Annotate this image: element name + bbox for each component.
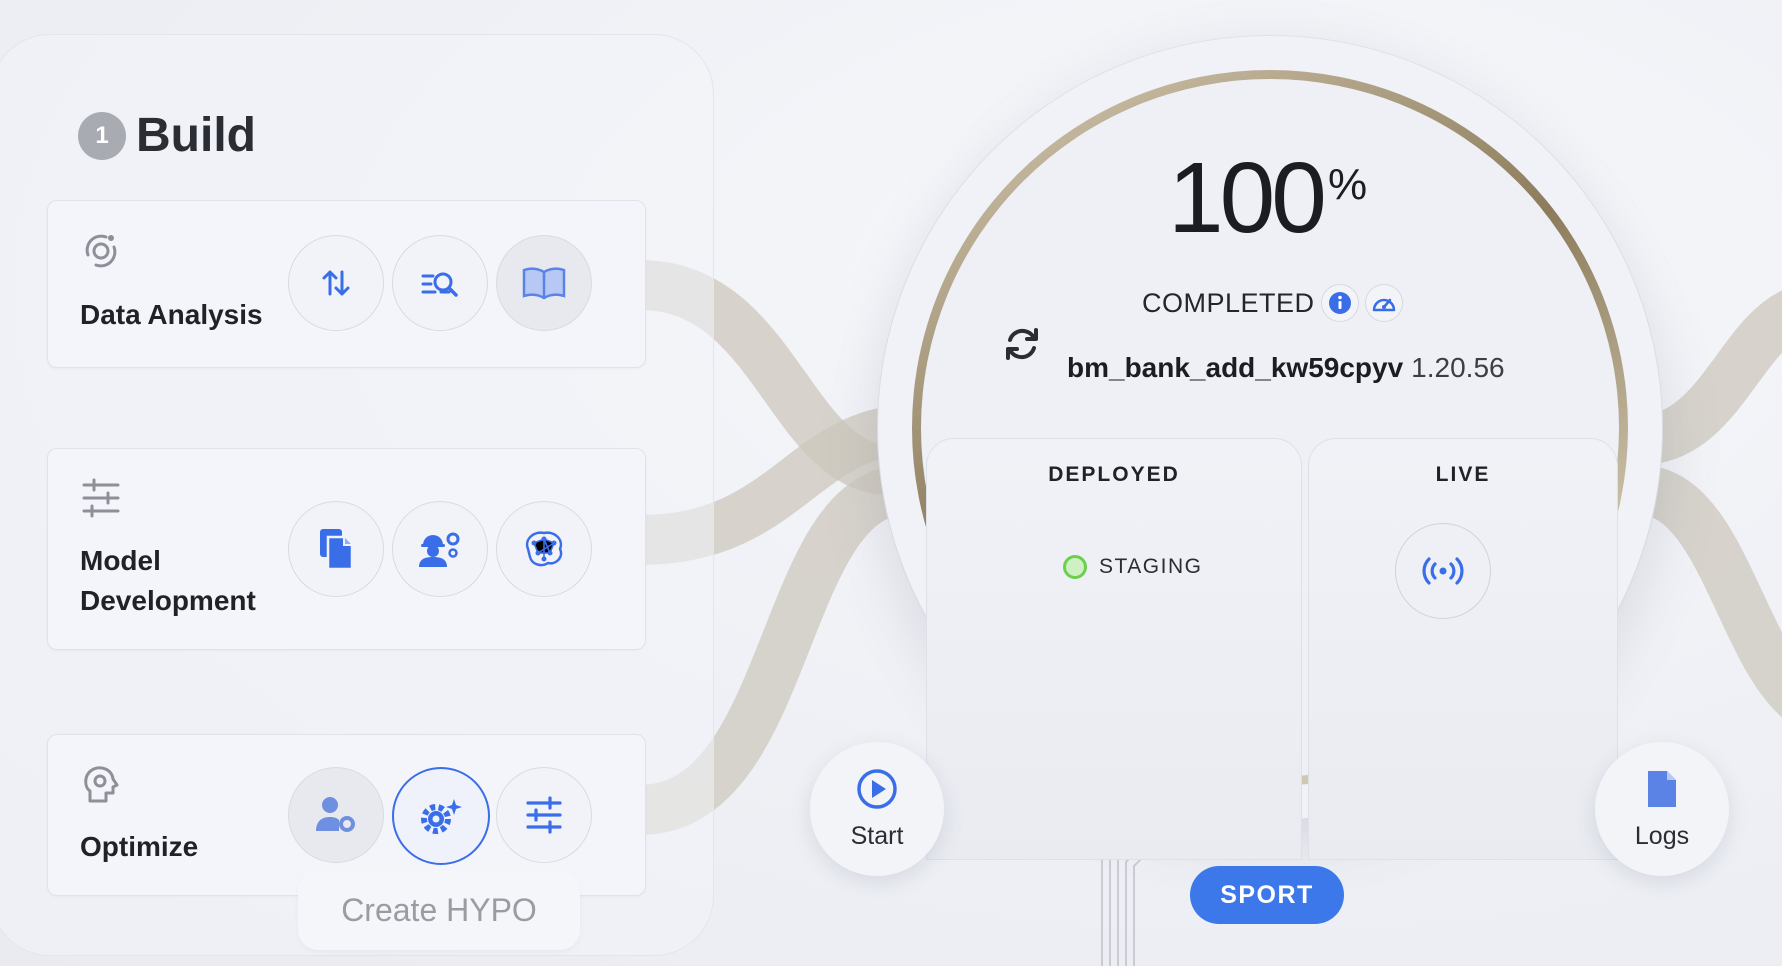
card-title: Optimize — [80, 831, 199, 862]
step-badge: 1 — [78, 111, 126, 160]
sliders-icon — [82, 478, 120, 518]
create-hypo-button[interactable]: Create HYPO — [298, 870, 580, 950]
card-title: Data Analysis — [80, 299, 263, 330]
documentation-button[interactable] — [496, 235, 592, 331]
engineer-gear-icon — [419, 532, 460, 567]
gauge-icon — [1372, 298, 1395, 312]
user-settings-button[interactable] — [288, 767, 384, 863]
neural-network-button[interactable] — [496, 501, 592, 597]
neural-network-icon — [525, 531, 563, 567]
head-gear-icon — [84, 766, 119, 803]
performance-button[interactable] — [1364, 284, 1403, 322]
build-title: Build — [136, 109, 256, 162]
card-data-analysis: Data Analysis — [47, 200, 646, 368]
engineer-button[interactable] — [392, 501, 488, 597]
deployed-title: DEPLOYED — [1048, 463, 1180, 486]
broadcast-icon — [1422, 557, 1464, 585]
sport-button[interactable]: SPORT — [1190, 866, 1344, 924]
user-gear-icon — [316, 797, 355, 832]
model-identifier: bm_bank_add_kw59cpyv 1.20.56 — [1067, 352, 1505, 384]
live-pane: LIVE — [1308, 438, 1618, 860]
ribbon-right-lower — [1637, 465, 1782, 718]
start-label: Start — [850, 821, 904, 850]
deployed-pane: DEPLOYED STAGING — [926, 438, 1302, 860]
environment-status: STAGING — [1063, 555, 1202, 579]
model-name: bm_bank_add_kw59cpyv — [1067, 352, 1404, 383]
card-title-line2: Development — [80, 585, 256, 616]
logs-label: Logs — [1634, 821, 1690, 850]
staging-status-dot — [1063, 555, 1087, 579]
book-icon — [522, 267, 566, 300]
sync-icon[interactable] — [1000, 322, 1044, 366]
documents-button[interactable] — [288, 501, 384, 597]
tune-sliders-icon — [526, 796, 562, 834]
search-list-button[interactable] — [392, 235, 488, 331]
search-list-icon — [421, 272, 458, 297]
start-button[interactable]: Start — [810, 742, 944, 876]
card-title-line1: Model — [80, 545, 161, 576]
documents-icon — [320, 529, 354, 571]
card-model-development: Model Development — [47, 448, 646, 650]
tune-button[interactable] — [496, 767, 592, 863]
document-icon — [1648, 770, 1676, 807]
build-header: 1 Build — [78, 108, 256, 163]
auto-optimize-button[interactable] — [392, 767, 490, 865]
status-row: COMPLETED — [1142, 284, 1403, 322]
environment-label: STAGING — [1099, 555, 1203, 578]
progress-value: 100 — [1168, 142, 1327, 254]
info-icon — [1328, 292, 1351, 314]
info-button[interactable] — [1320, 284, 1359, 322]
logs-button[interactable]: Logs — [1595, 742, 1729, 876]
status-label: COMPLETED — [1142, 287, 1315, 318]
progress-unit: % — [1328, 160, 1368, 209]
play-circle-icon — [857, 768, 897, 809]
live-title: LIVE — [1435, 463, 1491, 486]
data-analysis-icon — [85, 234, 117, 268]
sort-arrows-icon — [322, 270, 350, 296]
sparkle-gear-icon — [421, 799, 462, 834]
sort-button[interactable] — [288, 235, 384, 331]
model-version: 1.20.56 — [1411, 352, 1505, 383]
go-live-button[interactable] — [1395, 523, 1491, 619]
